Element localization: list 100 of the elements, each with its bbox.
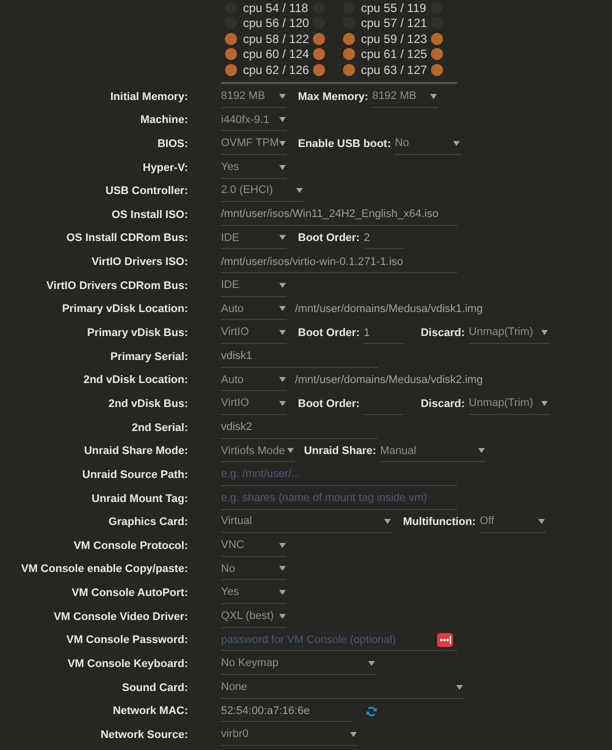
field-label: Hyper-V: (142, 160, 188, 175)
caret-down-icon (287, 448, 294, 454)
checkbox[interactable] (343, 32, 355, 45)
path-text: /mnt/user/domains/Medusa/vdisk1.img (295, 302, 483, 316)
text-field[interactable]: /mnt/user/isos/Win11_24H2_English_x64.iso (221, 204, 457, 226)
dropdown[interactable]: None (221, 676, 464, 699)
cpu-label: cpu 54 / 118 (243, 0, 308, 15)
caret-down-icon (279, 377, 286, 382)
caret-down-icon (279, 306, 286, 312)
field-label: Boot Order: (298, 231, 360, 246)
dropdown[interactable]: VirtIO (221, 322, 287, 344)
checkbox[interactable] (431, 32, 443, 45)
dropdown[interactable]: i440fx-9.1 (221, 109, 287, 132)
caret-down-icon (279, 117, 286, 122)
checkbox[interactable] (225, 48, 237, 60)
caret-down-icon (478, 448, 486, 454)
dropdown[interactable]: 2.0 (EHCI) (221, 180, 304, 202)
caret-down-icon (279, 542, 286, 548)
caret-down-icon (279, 590, 286, 596)
checkbox[interactable] (313, 32, 325, 45)
field-label: Machine: (139, 113, 188, 128)
cpu-label: cpu 59 / 123 (361, 32, 428, 46)
dropdown[interactable]: Virtiofs Mode (221, 440, 295, 462)
field-label: Graphics Card: (108, 515, 188, 530)
dropdown[interactable]: Unmap(Trim) (468, 392, 549, 415)
dropdown[interactable]: Auto (221, 298, 287, 320)
field-label: USB Controller: (104, 184, 188, 198)
dropdown[interactable]: virbr0 (221, 724, 358, 746)
dropdown[interactable]: No (394, 132, 461, 155)
field-label: Primary vDisk Bus: (86, 326, 188, 340)
field-label: Unraid Source Path: (81, 468, 188, 482)
dropdown[interactable]: Unmap(Trim) (468, 322, 549, 344)
password-field[interactable]: password for VM Console (optional) (221, 629, 457, 652)
path-text: /mnt/user/domains/Medusa/vdisk2.img (295, 373, 483, 388)
checkbox[interactable] (225, 64, 237, 76)
field-label: 2nd vDisk Bus: (108, 396, 188, 411)
caret-down-icon (279, 140, 286, 146)
field-label: Unraid Mount Tag: (90, 492, 188, 506)
checkbox[interactable] (225, 32, 237, 45)
dropdown[interactable]: QXL (best) (221, 606, 287, 628)
field-label: Unraid Share: (304, 444, 376, 458)
checkbox[interactable] (431, 48, 443, 60)
field-label: VM Console Protocol: (72, 538, 188, 553)
text-field[interactable]: e.g. shares (name of mount tag inside vm) (221, 488, 457, 510)
checkbox[interactable] (343, 48, 355, 60)
caret-down-icon (279, 235, 286, 240)
field-label: Boot Order: (298, 326, 360, 340)
text-field[interactable]: 2 (364, 227, 403, 250)
caret-down-icon (384, 519, 391, 524)
field-label: Initial Memory: (109, 90, 188, 104)
text-field[interactable]: 52:54:00:a7:16:6e (221, 700, 352, 722)
dropdown[interactable]: OVMF TPM (221, 132, 287, 155)
dropdown[interactable]: Auto (221, 369, 287, 392)
dropdown[interactable]: Manual (380, 440, 486, 462)
caret-down-icon (456, 684, 463, 690)
cpu-label: cpu 57 / 121 (361, 16, 428, 30)
dropdown[interactable]: No (221, 558, 287, 580)
caret-down-icon (540, 330, 548, 336)
caret-down-icon (452, 140, 460, 146)
dropdown[interactable]: IDE (221, 227, 287, 250)
caret-down-icon (538, 519, 545, 524)
field-label: VirtIO Drivers ISO: (90, 255, 188, 270)
dropdown[interactable]: Yes (221, 156, 287, 179)
dropdown[interactable]: Off (480, 511, 546, 534)
refresh-icon[interactable] (366, 706, 377, 718)
dropdown[interactable]: Virtual (221, 511, 392, 534)
field-label: Enable USB boot: (298, 136, 391, 151)
caret-down-icon (296, 188, 303, 194)
field-label: Discard: (420, 326, 465, 340)
caret-down-icon (279, 164, 286, 170)
field-label: Unraid Share Mode: (83, 444, 188, 458)
dropdown[interactable]: VNC (221, 534, 287, 557)
show-password-button[interactable] (437, 632, 453, 647)
field-label: VM Console enable Copy/paste: (20, 562, 188, 576)
text-field[interactable]: vdisk1 (221, 346, 378, 368)
field-label: Discard: (420, 396, 465, 411)
caret-down-icon (279, 614, 286, 619)
checkbox[interactable] (313, 48, 325, 60)
caret-down-icon (279, 94, 286, 99)
field-label: Primary vDisk Location: (61, 302, 188, 316)
text-field[interactable]: vdisk2 (221, 416, 378, 439)
dropdown[interactable]: 8192 MB (372, 86, 438, 108)
field-label: VM Console Keyboard: (66, 657, 188, 672)
caret-down-icon (279, 400, 286, 406)
dropdown[interactable]: No Keymap (221, 653, 376, 676)
field-label: Primary Serial: (109, 350, 188, 364)
field-label: Sound Card: (121, 680, 188, 695)
text-field[interactable]: /mnt/user/isos/virtio-win-0.1.271-1.iso (221, 251, 457, 274)
checkbox[interactable] (343, 64, 355, 76)
cpu-label: cpu 60 / 124 (243, 47, 310, 62)
field-label: Network MAC: (112, 704, 188, 718)
dropdown[interactable]: Yes (221, 582, 287, 604)
dropdown[interactable]: 8192 MB (221, 86, 287, 108)
checkbox[interactable] (313, 64, 325, 76)
text-field[interactable]: e.g. /mnt/user/... (221, 464, 457, 486)
checkbox[interactable] (431, 64, 443, 76)
dots-icon (440, 636, 450, 644)
dropdown[interactable]: IDE (221, 274, 287, 297)
text-field[interactable]: 1 (364, 322, 403, 344)
dropdown[interactable]: VirtIO (221, 392, 287, 415)
